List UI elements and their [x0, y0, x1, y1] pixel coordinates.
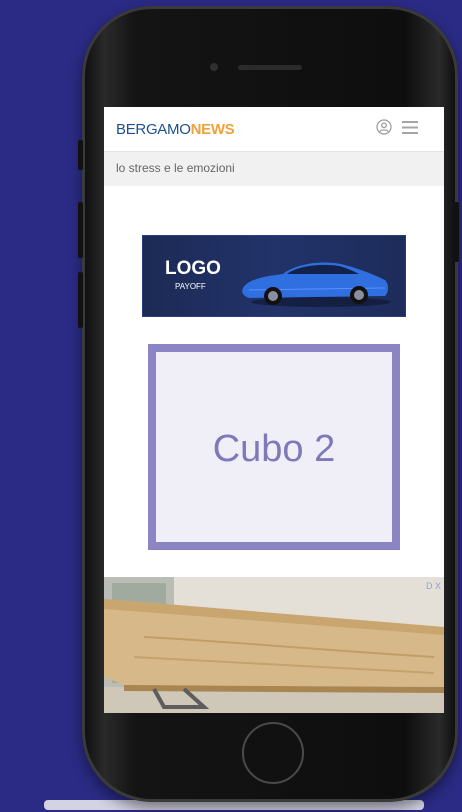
cube-placeholder: Cubo 2 — [148, 344, 400, 550]
front-camera — [210, 63, 218, 71]
wooden-table-photo[interactable] — [104, 577, 444, 713]
breadcrumb-text[interactable]: lo stress e le emozioni — [116, 161, 235, 175]
menu-icon[interactable] — [402, 121, 418, 134]
ad-banner[interactable]: LOGO PAYOFF — [142, 235, 406, 317]
user-icon[interactable] — [376, 119, 392, 135]
volume-down-button — [78, 272, 83, 328]
power-button — [454, 202, 459, 262]
earpiece-speaker — [238, 65, 302, 70]
table-photo-image — [104, 577, 444, 713]
ad-choices-badge[interactable]: D X — [426, 581, 441, 591]
site-logo[interactable]: BERGAMONEWS — [116, 121, 235, 138]
breadcrumb: lo stress e le emozioni — [104, 152, 444, 186]
volume-up-button — [78, 202, 83, 258]
banner-payoff-text: PAYOFF — [175, 282, 206, 291]
site-header: BERGAMONEWS — [104, 107, 444, 152]
cube-label: Cubo 2 — [212, 428, 336, 470]
brand-part-2: NEWS — [190, 121, 235, 138]
car-image — [242, 262, 391, 307]
mute-switch — [78, 140, 83, 170]
home-button[interactable] — [242, 722, 304, 784]
brand-part-1: BERGAMO — [116, 121, 191, 138]
phone-screen: BERGAMONEWS lo stress e le emozioni LOGO… — [104, 107, 444, 713]
banner-logo-text: LOGO — [165, 258, 221, 279]
